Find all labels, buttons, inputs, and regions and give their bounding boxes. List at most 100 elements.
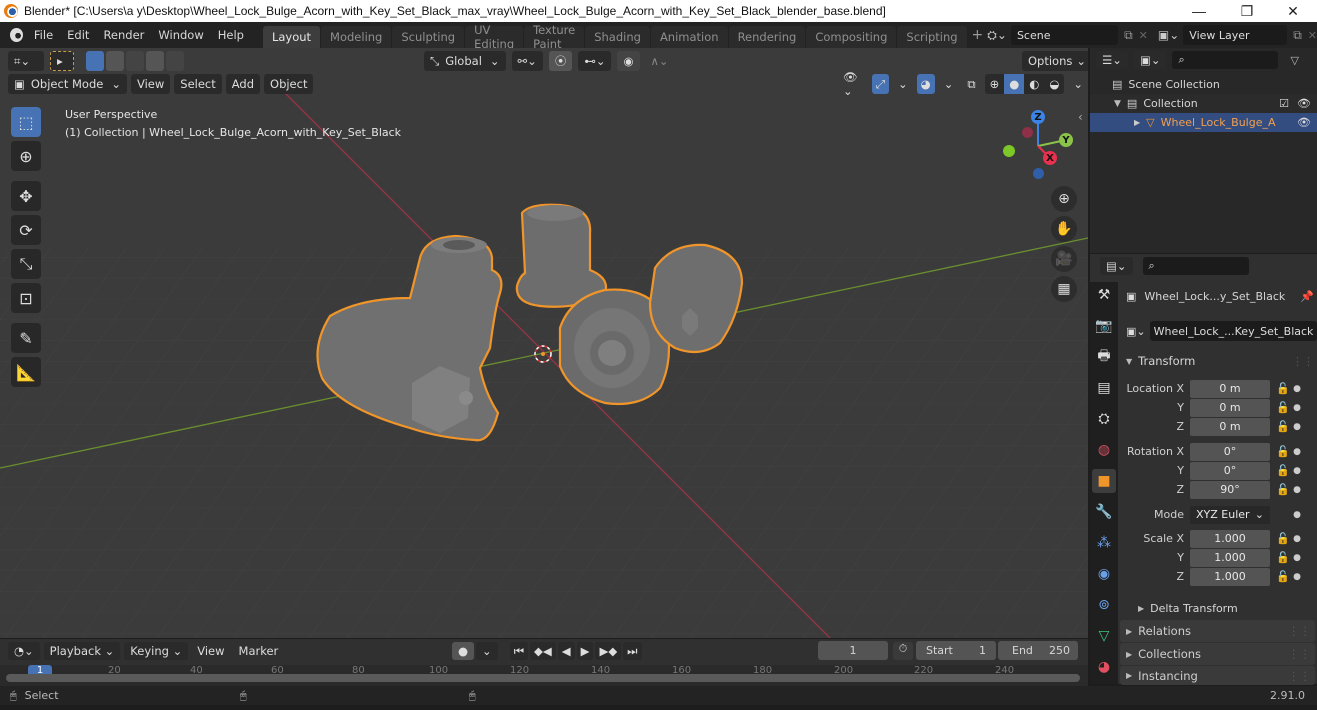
lock-icon[interactable]: 🔓 [1274,551,1292,564]
lock-icon[interactable]: 🔓 [1274,532,1292,545]
move-tool-icon[interactable]: ✥ [11,181,41,211]
select-mode-subtract-icon[interactable] [126,51,144,71]
tab-modeling[interactable]: Modeling [321,26,392,48]
transform-orientation-dropdown[interactable]: ⤡ Global ⌄ [424,51,506,71]
gizmo-y-axis[interactable]: Y [1059,133,1073,147]
tab-rendering[interactable]: Rendering [728,26,806,48]
measure-tool-icon[interactable]: 📐 [11,357,41,387]
tab-texture-paint[interactable]: Texture Paint [524,23,585,51]
tab-material-icon[interactable]: ◕ [1092,655,1116,679]
shading-material-icon[interactable]: ◐ [1024,74,1044,94]
shading-solid-icon[interactable]: ● [1004,74,1025,94]
keyframe-dot-icon[interactable]: ● [1292,422,1302,432]
object-browse-icon[interactable]: ▣⌄ [1126,325,1146,338]
tab-render-icon[interactable]: 📷 [1092,314,1116,338]
playback-menu[interactable]: Playback ⌄ [43,642,121,660]
annotate-tool-icon[interactable]: ✎ [11,323,41,353]
lock-icon[interactable]: 🔓 [1274,445,1292,458]
lock-icon[interactable]: 🔓 [1274,483,1292,496]
keyframe-dot-icon[interactable]: ● [1292,485,1302,495]
relations-panel[interactable]: ▶ Relations ⋮⋮ [1120,620,1315,642]
menu-help[interactable]: Help [211,28,251,42]
tab-modifiers-icon[interactable]: 🔧 [1092,500,1116,524]
transform-tool-icon[interactable]: ⊡ [11,283,41,313]
location-z-field[interactable]: 0 m [1190,417,1270,436]
shading-rendered-icon[interactable]: ◒ [1044,74,1064,94]
scene-selector-icon[interactable]: ⛭⌄ [987,28,1007,43]
exclude-checkbox[interactable]: ☑ [1279,97,1289,110]
outliner-editor-type-icon[interactable]: ☰⌄ [1096,51,1128,69]
keyframe-dot-icon[interactable]: ● [1292,384,1302,394]
instancing-panel[interactable]: ▶ Instancing ⋮⋮ [1120,666,1315,685]
pivot-point-dropdown[interactable]: ⚯⌄ [511,51,543,71]
drag-handle-icon[interactable]: ⋮⋮ [1292,355,1314,368]
object-mode-dropdown[interactable]: ▣ Object Mode ⌄ [8,74,127,94]
keyframe-dot-icon[interactable]: ● [1292,447,1302,457]
keyframe-dot-icon[interactable]: ● [1292,572,1302,582]
overlay-dropdown[interactable]: ⌄ [939,74,959,94]
object-name-field[interactable]: Wheel_Lock_...Key_Set_Black [1149,321,1317,341]
timeline-scrollbar[interactable] [6,674,1080,682]
new-scene-icon[interactable]: ⧉ [1124,28,1133,43]
keyframe-dot-icon[interactable]: ● [1292,466,1302,476]
outliner-item-scene-collection[interactable]: ▤ Scene Collection [1090,75,1317,94]
gizmo-x-axis[interactable]: X [1043,151,1057,165]
tab-layout[interactable]: Layout [262,26,321,48]
menu-render[interactable]: Render [96,28,151,42]
camera-view-icon[interactable]: 🎥 [1051,246,1077,272]
xray-toggle-icon[interactable]: ⧉ [962,74,980,94]
tab-view-layer-icon[interactable]: ▤ [1092,376,1116,400]
keyframe-dot-icon[interactable]: ● [1292,510,1302,520]
keying-menu[interactable]: Keying ⌄ [124,642,189,660]
scale-tool-icon[interactable]: ⤡ [11,249,41,279]
pin-icon[interactable]: 📌 [1300,290,1314,303]
tab-compositing[interactable]: Compositing [806,26,897,48]
editor-type-button[interactable]: ⌗⌄ [8,51,44,71]
outliner-search-input[interactable]: ⌕ [1172,51,1279,69]
menu-window[interactable]: Window [151,28,210,42]
zoom-view-icon[interactable]: ⊕ [1051,186,1077,212]
tab-sculpting[interactable]: Sculpting [392,26,465,48]
view-layer-selector-icon[interactable]: ▣⌄ [1158,28,1179,42]
menu-object[interactable]: Object [264,74,314,94]
tab-uv-editing[interactable]: UV Editing [465,23,524,51]
properties-editor-type-icon[interactable]: ▤⌄ [1100,257,1133,275]
menu-edit[interactable]: Edit [60,28,96,42]
select-mode-intersect-icon[interactable] [166,51,184,71]
minimize-button[interactable]: — [1176,0,1222,22]
rotation-x-field[interactable]: 0° [1190,442,1270,461]
tab-tool-icon[interactable]: ⚒ [1092,283,1116,307]
maximize-button[interactable]: ❐ [1224,0,1270,22]
keyframe-dot-icon[interactable]: ● [1292,534,1302,544]
menu-view[interactable]: View [130,74,171,94]
marker-menu[interactable]: Marker [234,641,284,661]
ortho-toggle-icon[interactable]: ▦ [1051,276,1077,302]
keying-set-dropdown[interactable]: ⌄ [476,642,498,660]
gizmo-neg-y-axis[interactable] [1003,145,1015,157]
select-box-tool-icon[interactable]: ⬚ [11,107,41,137]
sidebar-toggle-icon[interactable]: ‹ [1078,110,1083,124]
lock-icon[interactable]: 🔓 [1274,464,1292,477]
location-x-field[interactable]: 0 m [1190,379,1270,398]
snap-target-dropdown[interactable]: ⊷⌄ [578,51,612,71]
menu-add[interactable]: Add [225,74,261,94]
collections-panel[interactable]: ▶ Collections ⋮⋮ [1120,643,1315,665]
visibility-eye-icon[interactable]: 👁 [1297,116,1311,129]
lock-icon[interactable]: 🔓 [1274,382,1292,395]
auto-keying-icon[interactable]: ● [452,642,475,660]
menu-select[interactable]: Select [174,74,222,94]
start-frame-field[interactable]: Start 1 [916,641,996,660]
shading-wireframe-icon[interactable]: ⊕ [985,74,1005,94]
scene-field[interactable]: Scene [1010,25,1119,45]
timeline-editor-type-icon[interactable]: ◔⌄ [8,642,40,660]
blender-menu-icon[interactable] [10,28,23,42]
gizmo-neg-x-axis[interactable] [1022,127,1033,138]
scale-z-field[interactable]: 1.000 [1190,567,1270,586]
location-y-field[interactable]: 0 m [1190,398,1270,417]
visibility-dropdown[interactable]: 👁⌄ [838,70,868,98]
tab-animation[interactable]: Animation [650,26,728,48]
jump-start-icon[interactable]: ⏮ [509,642,529,660]
play-icon[interactable]: ▶ [576,642,594,660]
outliner-item-collection[interactable]: ▼ ▤ Collection ☑ 👁 [1090,94,1317,113]
select-mode-invert-icon[interactable] [146,51,164,71]
